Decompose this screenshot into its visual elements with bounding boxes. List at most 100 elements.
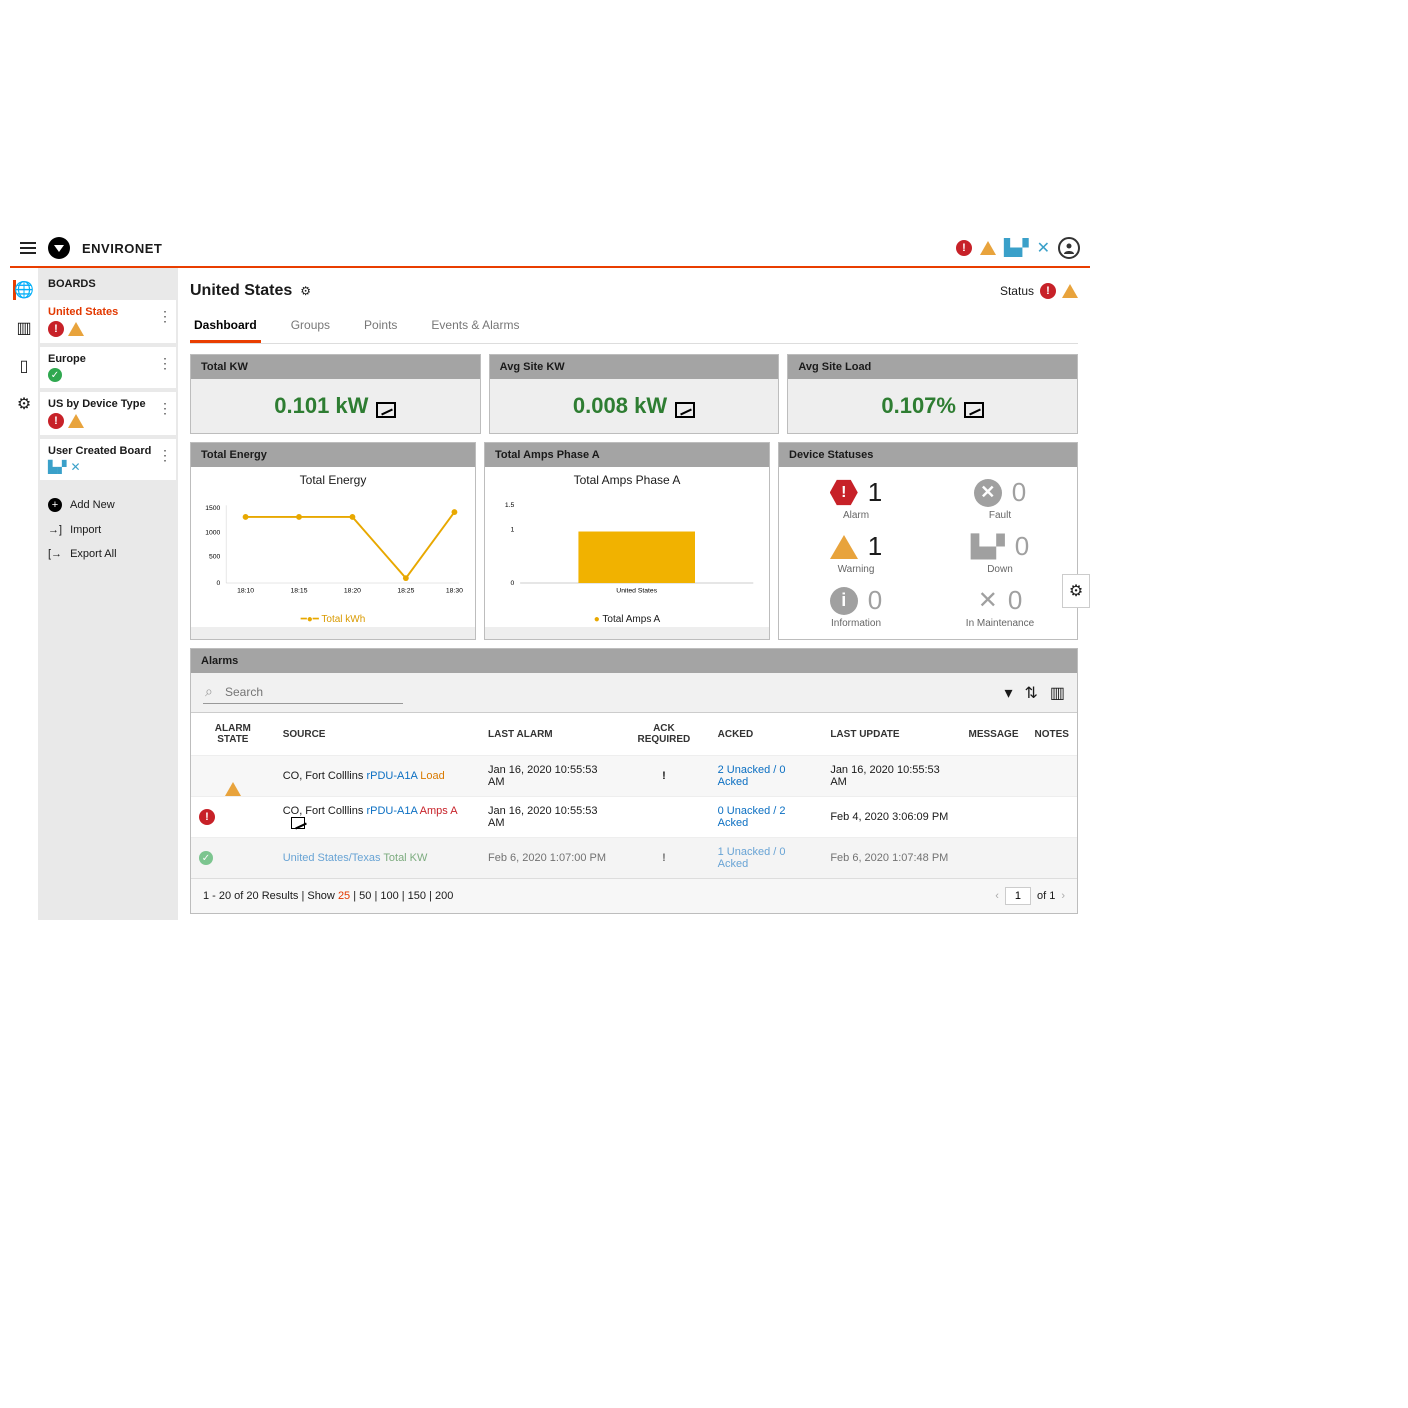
user-icon[interactable]	[1058, 237, 1080, 259]
status-value: 1	[868, 477, 882, 508]
status-label: Status	[1000, 284, 1034, 298]
kpi-avg-site-load: Avg Site Load 0.107%	[787, 354, 1078, 434]
ok-icon: ✓	[199, 851, 213, 865]
nav-chart-icon[interactable]: ▥	[14, 318, 34, 338]
kpi-title: Avg Site Load	[788, 355, 1077, 379]
tab-events-alarms[interactable]: Events & Alarms	[427, 310, 523, 343]
acked-link[interactable]: 0 Unacked / 2 Acked	[718, 805, 786, 829]
chart-legend: ━●━ Total kWh	[191, 614, 475, 625]
cell-last: Jan 16, 2020 10:55:53 AM	[480, 756, 618, 797]
sort-icon[interactable]: ⇅	[1024, 683, 1037, 703]
trend-icon[interactable]	[376, 402, 396, 418]
acked-link[interactable]: 2 Unacked / 0 Acked	[718, 764, 786, 788]
cell-source: United States/Texas Total KW	[275, 838, 480, 879]
nav-globe-icon[interactable]: 🌐	[13, 280, 33, 300]
tools-icon[interactable]: ✕	[1037, 238, 1050, 258]
tab-dashboard[interactable]: Dashboard	[190, 310, 261, 343]
tabs: Dashboard Groups Points Events & Alarms	[190, 310, 1078, 344]
board-menu-icon[interactable]: ⋮	[158, 400, 172, 417]
chart-title: Total Amps Phase A	[491, 473, 763, 487]
acked-link[interactable]: 1 Unacked / 0 Acked	[718, 846, 786, 870]
brand-name: ENVIRONET	[82, 241, 162, 256]
col-source[interactable]: SOURCE	[275, 713, 480, 756]
board-card-united-states[interactable]: United States ! ⋮	[40, 300, 176, 343]
nav-device-icon[interactable]: ▯	[14, 356, 34, 376]
tab-points[interactable]: Points	[360, 310, 401, 343]
nav-settings-icon[interactable]: ⚙	[14, 394, 34, 414]
status-information: i0 Information	[789, 585, 923, 629]
board-menu-icon[interactable]: ⋮	[158, 308, 172, 325]
board-menu-icon[interactable]: ⋮	[158, 355, 172, 372]
warning-icon	[68, 414, 84, 428]
pager-prev-icon[interactable]: ‹	[995, 890, 999, 902]
y-tick: 0	[217, 580, 221, 587]
page-settings-icon[interactable]: ⚙	[300, 284, 311, 298]
col-ackreq[interactable]: ACK REQUIRED	[618, 713, 709, 756]
tab-groups[interactable]: Groups	[287, 310, 334, 343]
y-tick: 1000	[205, 529, 220, 536]
status-value: 0	[1012, 477, 1026, 508]
alarm-icon: !	[830, 479, 858, 507]
col-acked[interactable]: ACKED	[710, 713, 823, 756]
warning-icon	[68, 322, 84, 336]
table-row[interactable]: ! CO, Fort Colllins rPDU-A1A Amps A Jan …	[191, 797, 1077, 838]
table-row[interactable]: ✓ United States/Texas Total KW Feb 6, 20…	[191, 838, 1077, 879]
cell-update: Feb 6, 2020 1:07:48 PM	[822, 838, 960, 879]
col-state[interactable]: ALARM STATE	[191, 713, 275, 756]
sidebar-title: BOARDS	[38, 268, 178, 300]
export-button[interactable]: [→Export All	[48, 542, 168, 566]
trend-icon[interactable]	[675, 402, 695, 418]
board-card-us-device-type[interactable]: US by Device Type ! ⋮	[40, 392, 176, 435]
info-icon: i	[830, 587, 858, 615]
status-label: Warning	[838, 564, 875, 575]
network-icon: ▙▞	[48, 460, 66, 474]
search-input[interactable]	[203, 681, 403, 704]
ok-icon: ✓	[48, 368, 62, 382]
col-update[interactable]: LAST UPDATE	[822, 713, 960, 756]
board-menu-icon[interactable]: ⋮	[158, 447, 172, 464]
status-label: In Maintenance	[966, 618, 1034, 629]
alarms-table: ALARM STATE SOURCE LAST ALARM ACK REQUIR…	[191, 712, 1077, 878]
cell-ackreq: !	[618, 756, 709, 797]
network-icon[interactable]: ▙▞	[1004, 238, 1029, 258]
board-card-europe[interactable]: Europe ✓ ⋮	[40, 347, 176, 388]
board-name: United States	[48, 306, 168, 318]
kpi-title: Total KW	[191, 355, 480, 379]
kpi-value: 0.107%	[881, 393, 956, 418]
source-link[interactable]: United States/Texas	[283, 852, 381, 864]
col-last[interactable]: LAST ALARM	[480, 713, 618, 756]
filter-icon[interactable]: ▾	[1004, 683, 1012, 703]
status-label: Down	[987, 564, 1013, 575]
cell-source: CO, Fort Colllins rPDU-A1A Amps A	[275, 797, 480, 838]
warning-icon[interactable]	[980, 241, 996, 255]
main-content: United States ⚙ Status ! Dashboard Group…	[178, 268, 1090, 920]
table-row[interactable]: CO, Fort Colllins rPDU-A1A Load Jan 16, …	[191, 756, 1077, 797]
export-icon: [→	[48, 548, 62, 560]
cell-source: CO, Fort Colllins rPDU-A1A Load	[275, 756, 480, 797]
pager-next-icon[interactable]: ›	[1061, 890, 1065, 902]
alert-icon[interactable]: !	[956, 240, 972, 256]
col-message[interactable]: MESSAGE	[960, 713, 1026, 756]
menu-icon[interactable]	[20, 242, 36, 254]
source-link[interactable]: rPDU-A1A	[366, 805, 417, 817]
alert-icon: !	[48, 321, 64, 337]
device-statuses-panel: Device Statuses !1 Alarm ✕0 Fault 1 Warn	[778, 442, 1078, 640]
kpi-value: 0.101 kW	[274, 393, 368, 418]
columns-icon[interactable]: ▥	[1050, 683, 1065, 703]
plus-icon: +	[48, 498, 62, 512]
col-notes[interactable]: NOTES	[1027, 713, 1078, 756]
floating-settings-icon[interactable]: ⚙	[1062, 574, 1090, 608]
trend-icon[interactable]	[291, 817, 305, 829]
source-link[interactable]: rPDU-A1A	[366, 770, 417, 782]
cell-last: Jan 16, 2020 10:55:53 AM	[480, 797, 618, 838]
status-value: 1	[868, 531, 882, 562]
page-input[interactable]	[1005, 887, 1031, 905]
trend-icon[interactable]	[964, 402, 984, 418]
status-label: Alarm	[843, 510, 869, 521]
board-card-user-created[interactable]: User Created Board ▙▞ ✕ ⋮	[40, 439, 176, 480]
cell-ackreq: !	[618, 838, 709, 879]
x-tick: 18:30	[446, 588, 463, 595]
import-button[interactable]: →]Import	[48, 518, 168, 542]
panel-title: Total Amps Phase A	[485, 443, 769, 467]
add-new-button[interactable]: +Add New	[48, 492, 168, 518]
